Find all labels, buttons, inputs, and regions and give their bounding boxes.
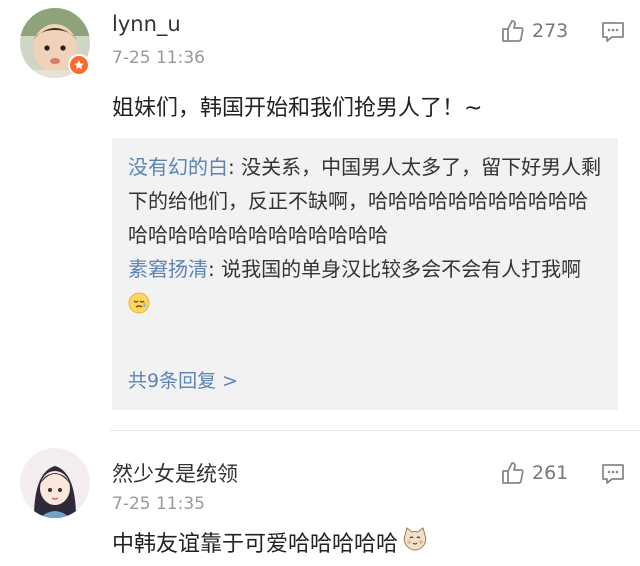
reply-author[interactable]: 素窘扬清 <box>128 257 208 281</box>
comment-text: 姐妹们，韩国开始和我们抢男人了！~ <box>112 96 483 121</box>
verified-badge-icon <box>68 54 90 76</box>
divider <box>110 430 640 431</box>
timestamp: 7-25 11:35 <box>112 494 205 514</box>
reply-item: 素窘扬清: 说我国的单身汉比较多会不会有人打我啊 <box>128 252 602 324</box>
comment-item: lynn_u 7-25 11:36 273 姐妹们，韩国开始和我们抢男人了！~ … <box>0 0 640 430</box>
cat-face-emoji <box>402 526 428 558</box>
avatar[interactable] <box>20 448 90 518</box>
reply-thread: 没有幻的白: 没关系，中国男人太多了，留下好男人剩下的给他们，反正不缺啊，哈哈哈… <box>112 138 618 410</box>
comment-text: 中韩友谊靠于可爱哈哈哈哈哈 <box>112 532 399 557</box>
reply-author[interactable]: 没有幻的白 <box>128 155 228 179</box>
sleepy-face-emoji <box>128 290 150 324</box>
reply-item: 没有幻的白: 没关系，中国男人太多了，留下好男人剩下的给他们，反正不缺啊，哈哈哈… <box>128 150 602 252</box>
like-count: 261 <box>532 462 569 484</box>
username[interactable]: lynn_u <box>112 12 181 36</box>
reply-button[interactable] <box>600 20 626 48</box>
reply-button[interactable] <box>600 462 626 490</box>
more-replies-link[interactable]: 共9条回复 > <box>128 366 238 393</box>
thumbs-up-icon <box>502 20 524 42</box>
comment-icon <box>602 22 624 42</box>
thumbs-up-icon <box>502 462 524 484</box>
reply-text: : 说我国的单身汉比较多会不会有人打我啊 <box>208 257 582 281</box>
comment-icon <box>602 464 624 484</box>
timestamp: 7-25 11:36 <box>112 48 205 68</box>
comment-text-row: 中韩友谊靠于可爱哈哈哈哈哈 <box>112 526 428 558</box>
like-count: 273 <box>532 20 569 42</box>
like-button[interactable]: 273 <box>500 18 568 44</box>
like-button[interactable]: 261 <box>500 460 568 486</box>
comment-item: 然少女是统领 7-25 11:35 261 中韩友谊靠于可爱哈哈哈哈哈 <box>0 432 640 566</box>
username[interactable]: 然少女是统领 <box>112 458 238 488</box>
